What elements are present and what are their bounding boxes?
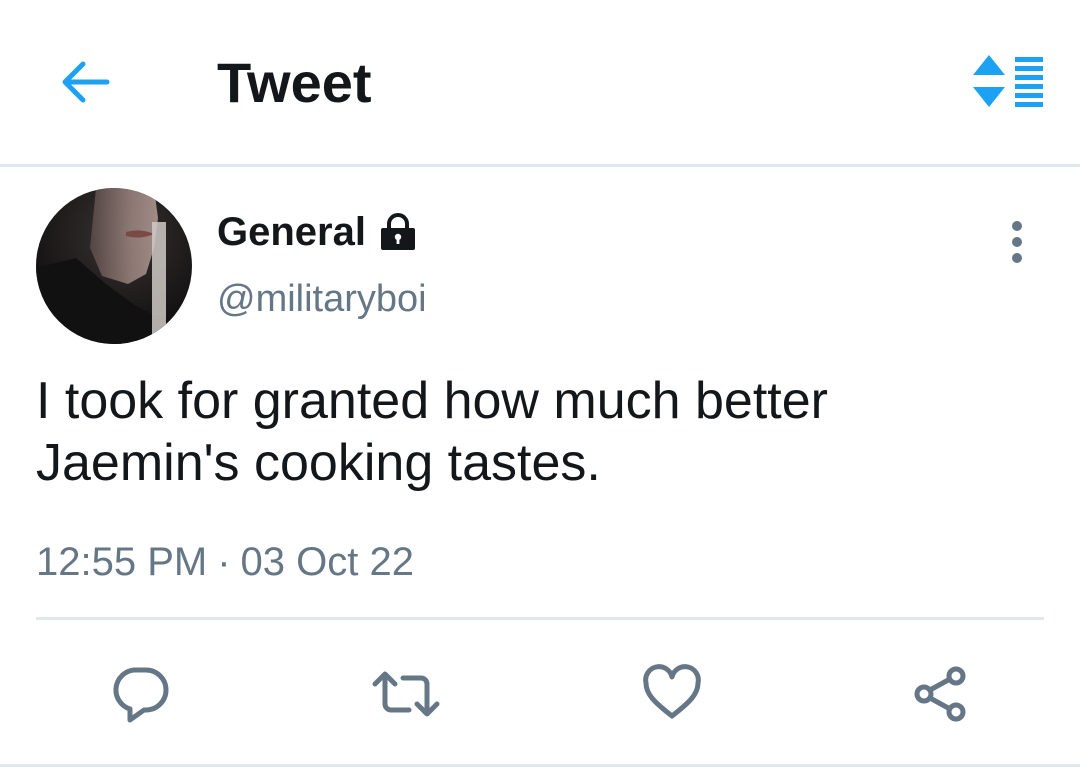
- arrow-left-icon: [62, 61, 110, 103]
- profile-photo: [36, 188, 192, 344]
- retweet-button[interactable]: [366, 654, 446, 734]
- display-name-text: General: [217, 210, 366, 254]
- tweet-text: I took for granted how much better Jaemi…: [36, 372, 828, 492]
- avatar[interactable]: [36, 188, 192, 344]
- author-name[interactable]: General: [217, 206, 418, 258]
- share-button[interactable]: [900, 654, 980, 734]
- sort-replies-button[interactable]: [964, 46, 1054, 116]
- actions-divider: [36, 617, 1044, 620]
- bottom-divider: [0, 764, 1080, 767]
- back-button[interactable]: [48, 52, 120, 112]
- page-title: Tweet: [217, 51, 372, 114]
- sort-order-icon: [973, 55, 1043, 107]
- retweet-icon: [372, 671, 440, 717]
- more-options-button[interactable]: [994, 212, 1040, 272]
- reply-icon: [113, 667, 169, 723]
- reply-button[interactable]: [100, 654, 180, 734]
- author-handle[interactable]: @militaryboi: [217, 274, 427, 324]
- timestamp-separator: ·: [217, 540, 231, 584]
- header-divider: [0, 164, 1080, 167]
- top-app-bar: Tweet: [0, 0, 1080, 165]
- tweet-timestamp: 12:55 PM · 03 Oct 22: [36, 536, 414, 588]
- tweet-date: 03 Oct 22: [240, 540, 414, 584]
- more-vertical-icon: [1012, 221, 1022, 263]
- lock-icon: [378, 212, 418, 252]
- tweet-time: 12:55 PM: [36, 540, 208, 584]
- share-icon: [914, 666, 966, 722]
- like-button[interactable]: [632, 654, 712, 734]
- heart-icon: [643, 664, 701, 719]
